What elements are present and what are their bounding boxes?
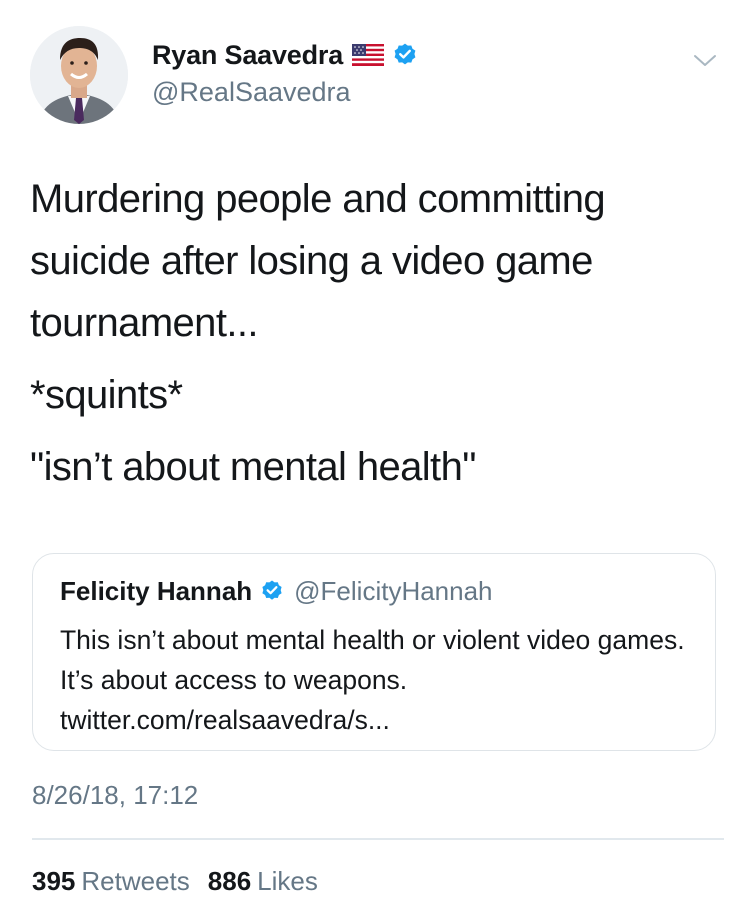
quoted-display-name: Felicity Hannah bbox=[60, 575, 253, 606]
quoted-tweet-text: This isn’t about mental health or violen… bbox=[60, 625, 685, 735]
verified-badge-icon bbox=[260, 579, 284, 603]
tweet-stats: 395 Retweets 886 Likes bbox=[32, 866, 318, 897]
retweets-count: 395 bbox=[32, 866, 76, 896]
tweet-paragraph: Murdering people and committing suicide … bbox=[30, 177, 606, 345]
verified-badge-icon bbox=[392, 42, 418, 68]
tweet-header: Ryan Saavedra @RealSaavedra bbox=[30, 26, 720, 126]
retweets-label: Retweets bbox=[81, 866, 190, 896]
divider bbox=[32, 838, 724, 840]
retweets-stat[interactable]: 395 Retweets bbox=[32, 866, 190, 897]
tweet-detail: Ryan Saavedra @RealSaavedra Murdering pe… bbox=[0, 0, 750, 920]
author-handle[interactable]: @RealSaavedra bbox=[152, 77, 418, 108]
author-names: Ryan Saavedra @RealSaavedra bbox=[152, 36, 418, 108]
tweet-paragraph: "isn’t about mental health" bbox=[30, 445, 476, 489]
likes-count: 886 bbox=[207, 866, 252, 896]
tweet-paragraph: *squints* bbox=[30, 373, 183, 417]
likes-stat[interactable]: 886 Likes bbox=[208, 866, 318, 897]
quoted-handle: @FelicityHannah bbox=[294, 575, 493, 606]
tweet-text: Murdering people and committing suicide … bbox=[30, 168, 710, 508]
display-name-row: Ryan Saavedra bbox=[152, 36, 418, 74]
us-flag-icon bbox=[352, 44, 385, 66]
chevron-down-icon[interactable] bbox=[692, 52, 718, 70]
likes-label: Likes bbox=[257, 866, 318, 896]
author-display-name[interactable]: Ryan Saavedra bbox=[152, 40, 343, 71]
quoted-tweet-header: Felicity Hannah @FelicityHannah bbox=[60, 574, 493, 608]
tweet-timestamp[interactable]: 8/26/18, 17:12 bbox=[32, 780, 198, 811]
quoted-tweet-card[interactable]: Felicity Hannah @FelicityHannah This isn… bbox=[32, 553, 716, 751]
avatar[interactable] bbox=[30, 26, 128, 124]
